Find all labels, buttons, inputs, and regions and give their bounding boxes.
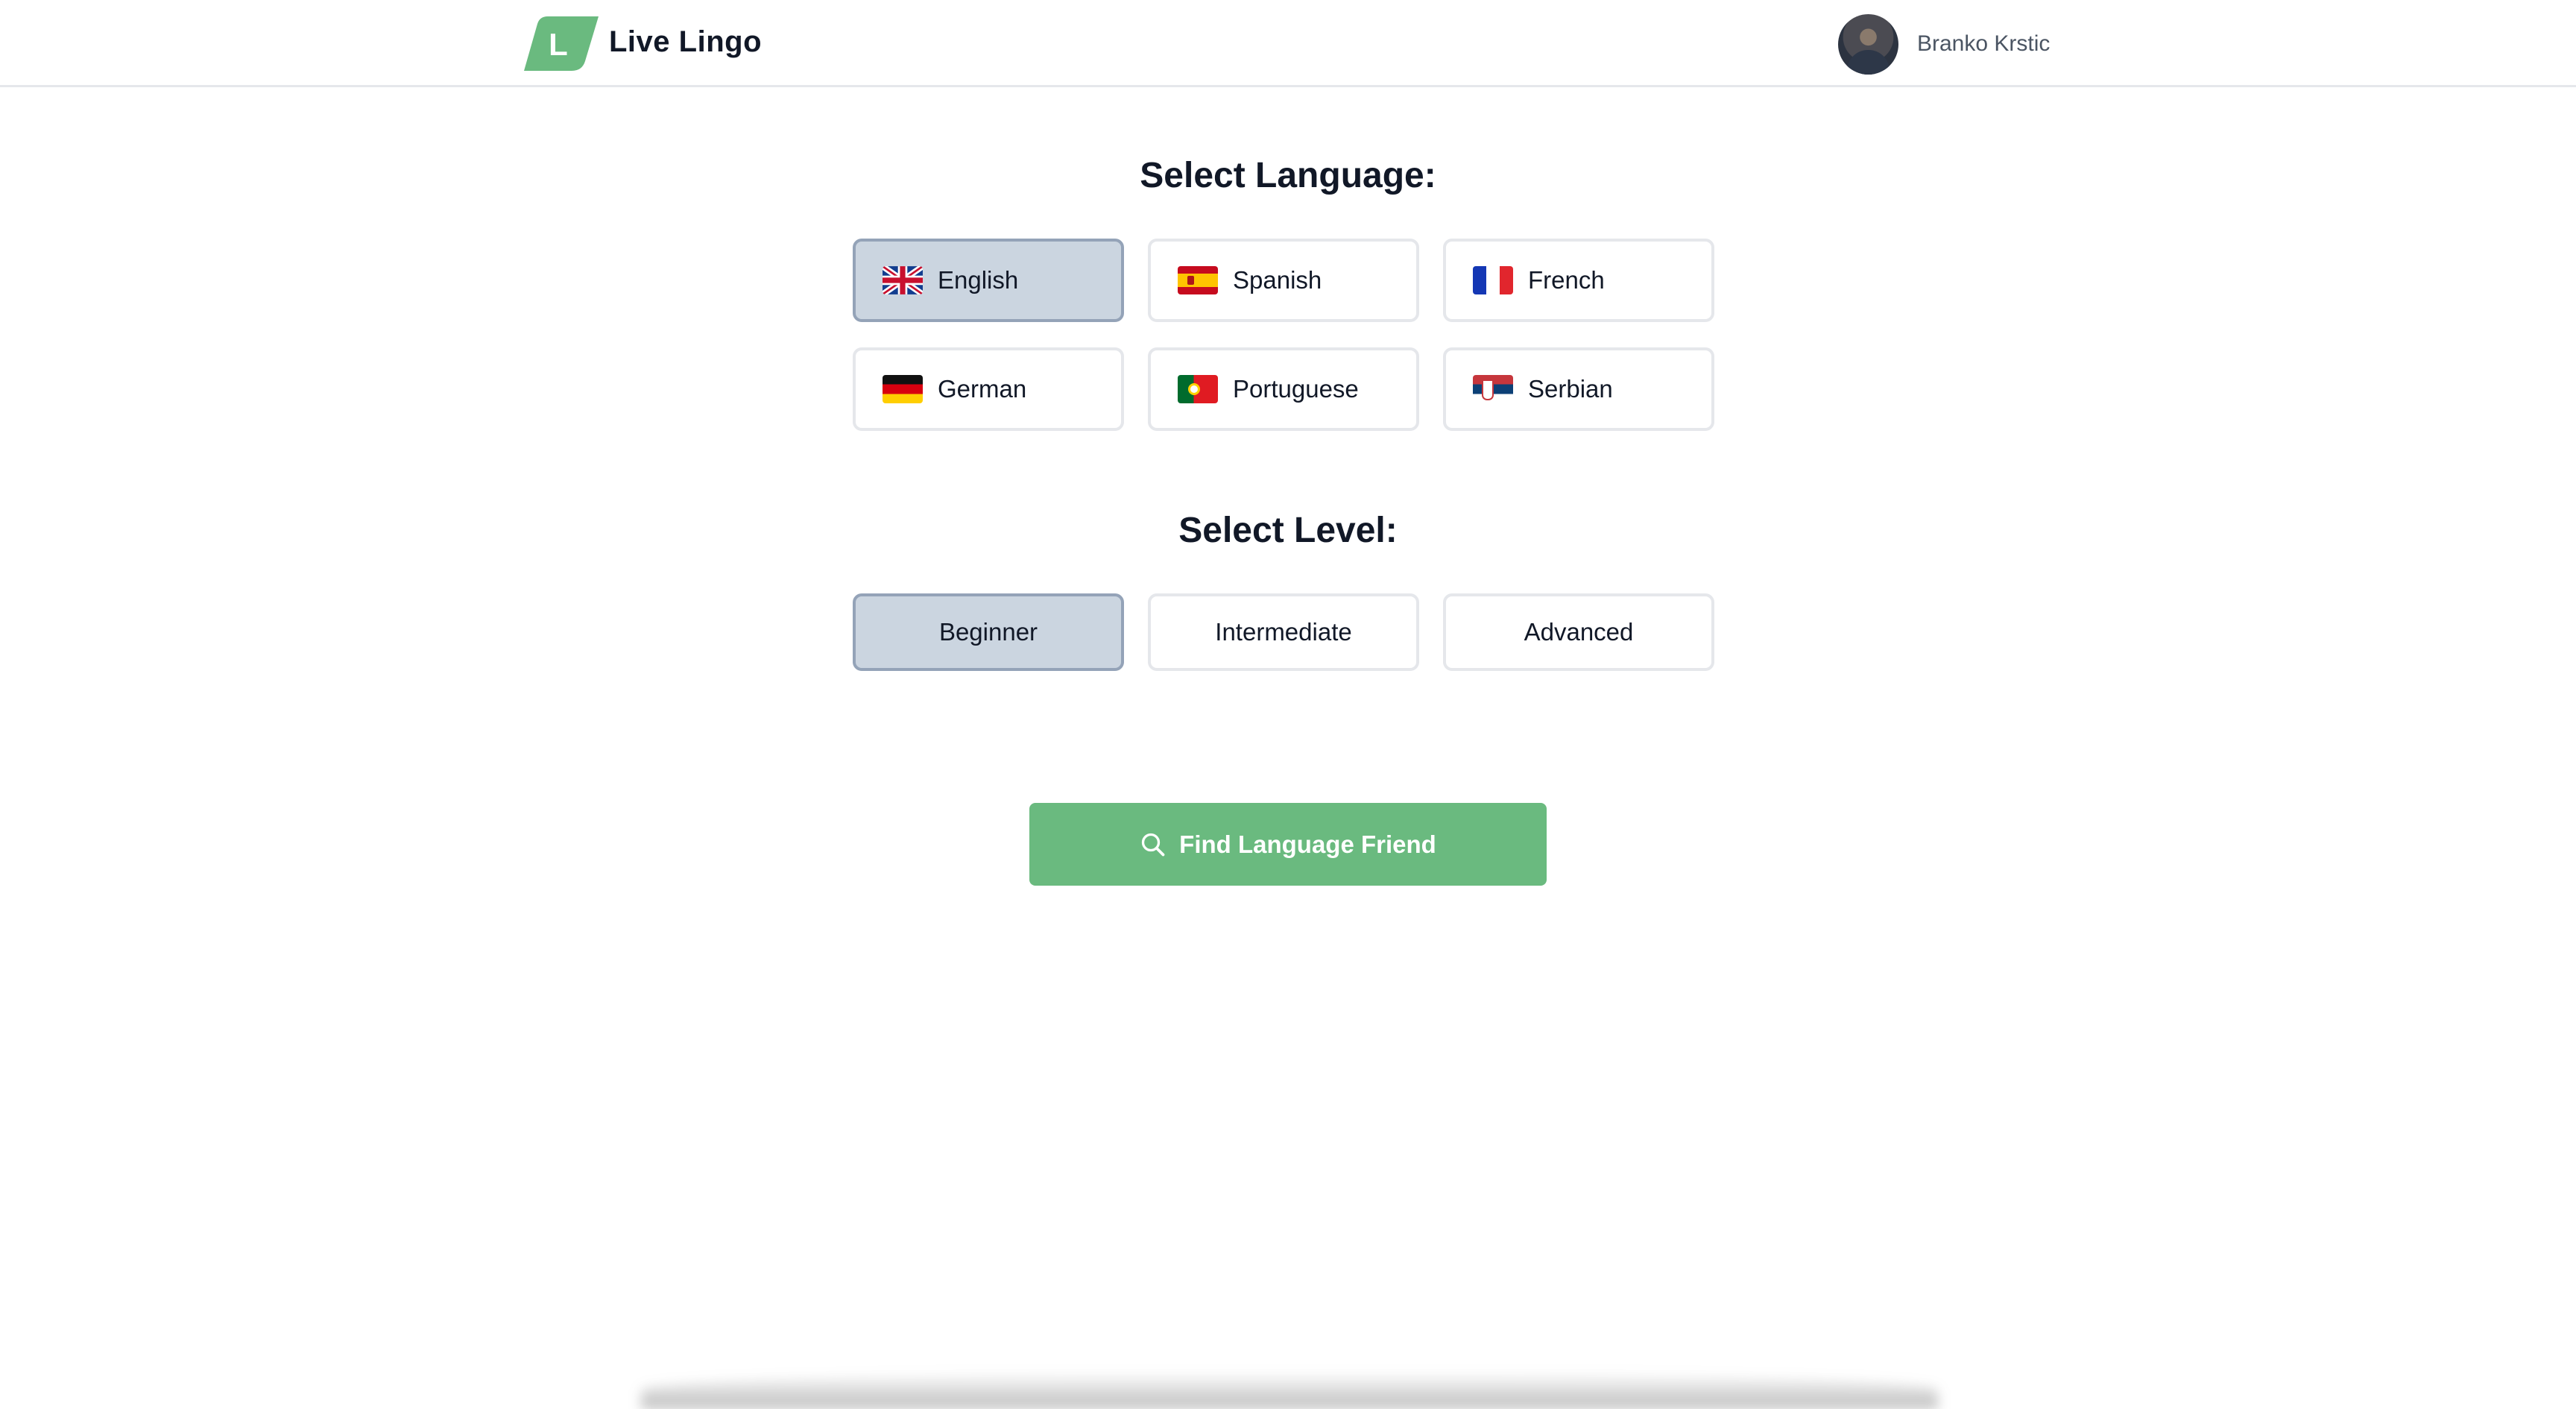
avatar-silhouette bbox=[1847, 50, 1890, 75]
language-option-serbian[interactable]: Serbian bbox=[1443, 347, 1714, 431]
language-option-spanish[interactable]: Spanish bbox=[1148, 239, 1419, 322]
germany-flag-icon bbox=[883, 375, 923, 403]
level-option-beginner[interactable]: Beginner bbox=[853, 593, 1124, 671]
user-avatar[interactable] bbox=[1838, 14, 1898, 75]
brand-name[interactable]: Live Lingo bbox=[609, 25, 762, 59]
leaf-logo-icon[interactable]: L bbox=[524, 16, 599, 71]
language-label: French bbox=[1528, 266, 1605, 294]
language-option-german[interactable]: German bbox=[853, 347, 1124, 431]
uk-flag-icon bbox=[883, 266, 923, 294]
select-level-title: Select Level: bbox=[1178, 511, 1398, 550]
language-option-portuguese[interactable]: Portuguese bbox=[1148, 347, 1419, 431]
top-header: L Live Lingo Branko Krstic bbox=[0, 0, 2576, 87]
level-label: Intermediate bbox=[1215, 618, 1352, 646]
language-label: German bbox=[938, 375, 1027, 403]
bottom-edge-shadow bbox=[641, 1372, 1938, 1409]
level-label: Beginner bbox=[938, 618, 1038, 646]
level-option-advanced[interactable]: Advanced bbox=[1443, 593, 1714, 671]
spain-flag-icon bbox=[1178, 266, 1218, 294]
level-option-intermediate[interactable]: Intermediate bbox=[1148, 593, 1419, 671]
search-icon bbox=[1142, 833, 1165, 856]
select-language-title: Select Language: bbox=[1140, 156, 1436, 195]
language-option-english[interactable]: English bbox=[853, 239, 1124, 322]
find-button-label: Find Language Friend bbox=[1179, 830, 1436, 858]
logo-letter: L bbox=[549, 27, 568, 62]
portugal-flag-icon bbox=[1178, 375, 1218, 403]
language-label: Serbian bbox=[1528, 375, 1613, 403]
language-label: Spanish bbox=[1233, 266, 1322, 294]
user-name[interactable]: Branko Krstic bbox=[1917, 31, 2050, 57]
language-label: Portuguese bbox=[1233, 375, 1359, 403]
language-option-french[interactable]: French bbox=[1443, 239, 1714, 322]
serbia-flag-icon bbox=[1473, 375, 1513, 403]
find-language-friend-button[interactable]: Find Language Friend bbox=[1029, 803, 1547, 886]
language-label: English bbox=[938, 266, 1019, 294]
france-flag-icon bbox=[1473, 266, 1513, 294]
level-label: Advanced bbox=[1524, 618, 1634, 646]
